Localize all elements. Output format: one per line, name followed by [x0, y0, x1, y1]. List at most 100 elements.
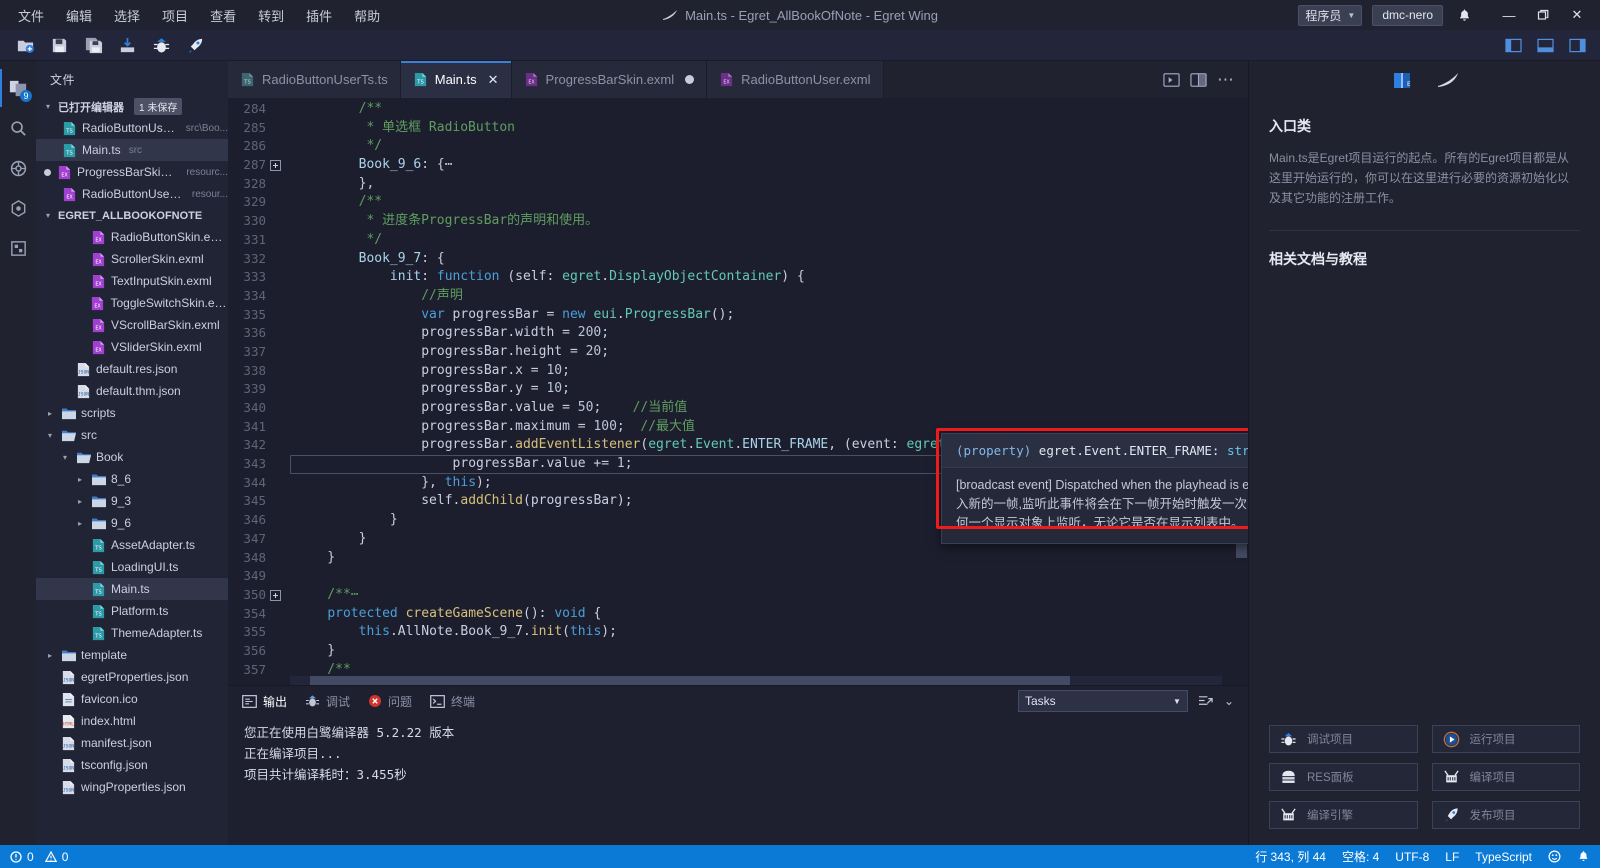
dirty-indicator-icon[interactable] [685, 75, 695, 84]
tasks-select[interactable]: Tasks ▼ [1017, 690, 1188, 712]
panel-tab-debug[interactable]: 调试 [305, 686, 350, 716]
tree-file-row[interactable]: HTML index.html [36, 710, 228, 732]
code-line[interactable]: 355 this.AllNote.Book_9_7.init(this); [228, 623, 1235, 642]
horizontal-scrollbar[interactable] [290, 676, 1222, 685]
status-cursor-position[interactable]: 行 343, 列 44 [1247, 845, 1334, 868]
tree-file-row[interactable]: favicon.ico [36, 688, 228, 710]
code-line[interactable]: 340 progressBar.value = 50; //当前值 [228, 399, 1235, 418]
notification-bell-icon[interactable] [1453, 8, 1476, 23]
code-line[interactable]: 284 /** [228, 100, 1235, 119]
panel-tab-output[interactable]: 输出 [242, 686, 287, 716]
status-feedback-icon[interactable] [1540, 845, 1569, 868]
code-line[interactable]: 337 progressBar.height = 20; [228, 343, 1235, 362]
chevron-right-icon[interactable] [74, 475, 86, 484]
code-line[interactable]: 350 /**⋯ [228, 586, 1235, 605]
tab-RadioButtonUser[interactable]: EX RadioButtonUser.exml [707, 61, 884, 98]
debug-project-button[interactable]: 调试项目 [1269, 725, 1418, 753]
tree-file-row[interactable]: TS AssetAdapter.ts [36, 534, 228, 556]
tree-folder-row[interactable]: src [36, 424, 228, 446]
code-line[interactable]: 339 progressBar.y = 10; [228, 380, 1235, 399]
open-editors-header[interactable]: 已打开编辑器 1 未保存 [36, 96, 228, 117]
code-editor[interactable]: 284 /** 285 * 单选框 RadioButton 286 */287 Bo… [228, 98, 1248, 685]
split-editor-icon[interactable] [1190, 72, 1207, 88]
activity-extensions-icon[interactable] [0, 229, 36, 267]
tree-file-row[interactable]: EX VScrollBarSkin.exml [36, 314, 228, 336]
chevron-down-icon[interactable] [59, 453, 71, 462]
status-eol[interactable]: LF [1437, 845, 1467, 868]
tab-ProgressBarSkin[interactable]: EX ProgressBarSkin.exml [511, 61, 708, 98]
activity-source-control-icon[interactable] [0, 149, 36, 187]
tree-folder-row[interactable]: 9_3 [36, 490, 228, 512]
menu-select[interactable]: 选择 [104, 2, 150, 29]
more-actions-icon[interactable]: ⋯ [1217, 71, 1234, 88]
tree-file-row[interactable]: JSON manifest.json [36, 732, 228, 754]
chevron-right-icon[interactable] [74, 497, 86, 506]
import-icon[interactable] [112, 32, 142, 58]
collapse-panel-icon[interactable]: ⌄ [1224, 694, 1234, 708]
tree-file-row[interactable]: EX ScrollerSkin.exml [36, 248, 228, 270]
maximize-button[interactable] [1526, 0, 1560, 30]
tree-folder-row[interactable]: 8_6 [36, 468, 228, 490]
code-line[interactable]: 356 } [228, 642, 1235, 661]
res-panel-button[interactable]: RES面板 [1269, 763, 1418, 791]
menu-help[interactable]: 帮助 [344, 2, 390, 29]
tree-file-row[interactable]: JSON default.res.json [36, 358, 228, 380]
code-line[interactable]: 349 [228, 567, 1235, 586]
compile-project-button[interactable]: 编译项目 [1431, 763, 1580, 791]
wing-icon[interactable] [1437, 72, 1459, 88]
tree-file-row[interactable]: EX RadioButtonSkin.exml [36, 226, 228, 248]
tree-file-row[interactable]: TS Platform.ts [36, 600, 228, 622]
menu-project[interactable]: 项目 [152, 2, 198, 29]
code-line[interactable]: 332 Book_9_7: { [228, 250, 1235, 269]
menu-file[interactable]: 文件 [8, 2, 54, 29]
project-root-header[interactable]: EGRET_ALLBOOKOFNOTE [36, 205, 228, 226]
open-editor-item[interactable]: TS RadioButtonUserTs.ts src\Boo... [36, 117, 228, 139]
tree-file-row[interactable]: EX ToggleSwitchSkin.exml [36, 292, 228, 314]
chevron-right-icon[interactable] [44, 409, 56, 418]
code-scroller[interactable]: 284 /** 285 * 单选框 RadioButton 286 */287 Bo… [228, 98, 1235, 685]
code-line[interactable]: 333 init: function (self: egret.DisplayO… [228, 268, 1235, 287]
role-selector[interactable]: 程序员 ▼ [1298, 4, 1363, 26]
open-editor-item[interactable]: EX ProgressBarSkin.exml resourc... [36, 161, 228, 183]
save-icon[interactable] [44, 32, 74, 58]
tree-file-row[interactable]: EX VSliderSkin.exml [36, 336, 228, 358]
open-editor-item[interactable]: EX RadioButtonUser.exml resour... [36, 183, 228, 205]
code-line[interactable]: 285 * 单选框 RadioButton [228, 119, 1235, 138]
code-line[interactable]: 329 /** [228, 193, 1235, 212]
tree-file-row[interactable]: TS LoadingUI.ts [36, 556, 228, 578]
debug-icon[interactable] [146, 32, 176, 58]
new-project-icon[interactable] [10, 32, 40, 58]
tree-file-row[interactable]: TS ThemeAdapter.ts [36, 622, 228, 644]
publish-project-button[interactable]: 发布项目 [1431, 801, 1580, 829]
code-line[interactable]: 331 */ [228, 231, 1235, 250]
code-line[interactable]: 334 //声明 [228, 287, 1235, 306]
code-line[interactable]: 348 } [228, 549, 1235, 568]
chevron-right-icon[interactable] [74, 519, 86, 528]
tree-file-row[interactable]: JSON wingProperties.json [36, 776, 228, 798]
publish-icon[interactable] [180, 32, 210, 58]
tree-file-row[interactable]: JSON default.thm.json [36, 380, 228, 402]
status-bell-icon[interactable] [1569, 845, 1598, 868]
panel-left-icon[interactable] [1498, 32, 1528, 58]
explorer-tree[interactable]: 已打开编辑器 1 未保存 TS RadioButtonUserTs.ts src… [36, 96, 228, 845]
status-language-mode[interactable]: TypeScript [1467, 845, 1540, 868]
tree-file-row[interactable]: JSON tsconfig.json [36, 754, 228, 776]
tab-Main[interactable]: TS Main.ts ✕ [400, 61, 512, 98]
menu-edit[interactable]: 编辑 [56, 2, 102, 29]
panel-tab-problems[interactable]: 问题 [368, 686, 412, 716]
code-line[interactable]: 286 */ [228, 137, 1235, 156]
code-line[interactable]: 338 progressBar.x = 10; [228, 362, 1235, 381]
panel-tab-terminal[interactable]: 终端 [430, 686, 475, 716]
chevron-down-icon[interactable] [44, 431, 56, 440]
code-line[interactable]: 287 Book_9_6: {⋯ [228, 156, 1235, 175]
fold-expand-icon[interactable] [270, 589, 290, 601]
chevron-right-icon[interactable] [44, 651, 56, 660]
scrollbar-thumb[interactable] [310, 676, 1070, 685]
status-indentation[interactable]: 空格: 4 [1334, 845, 1387, 868]
code-line[interactable]: 328 }, [228, 175, 1235, 194]
run-project-button[interactable]: 运行项目 [1431, 725, 1580, 753]
user-chip[interactable]: dmc-nero [1372, 4, 1443, 26]
menu-plugins[interactable]: 插件 [296, 2, 342, 29]
tree-file-row[interactable]: JSON egretProperties.json [36, 666, 228, 688]
open-preview-icon[interactable] [1163, 72, 1180, 88]
